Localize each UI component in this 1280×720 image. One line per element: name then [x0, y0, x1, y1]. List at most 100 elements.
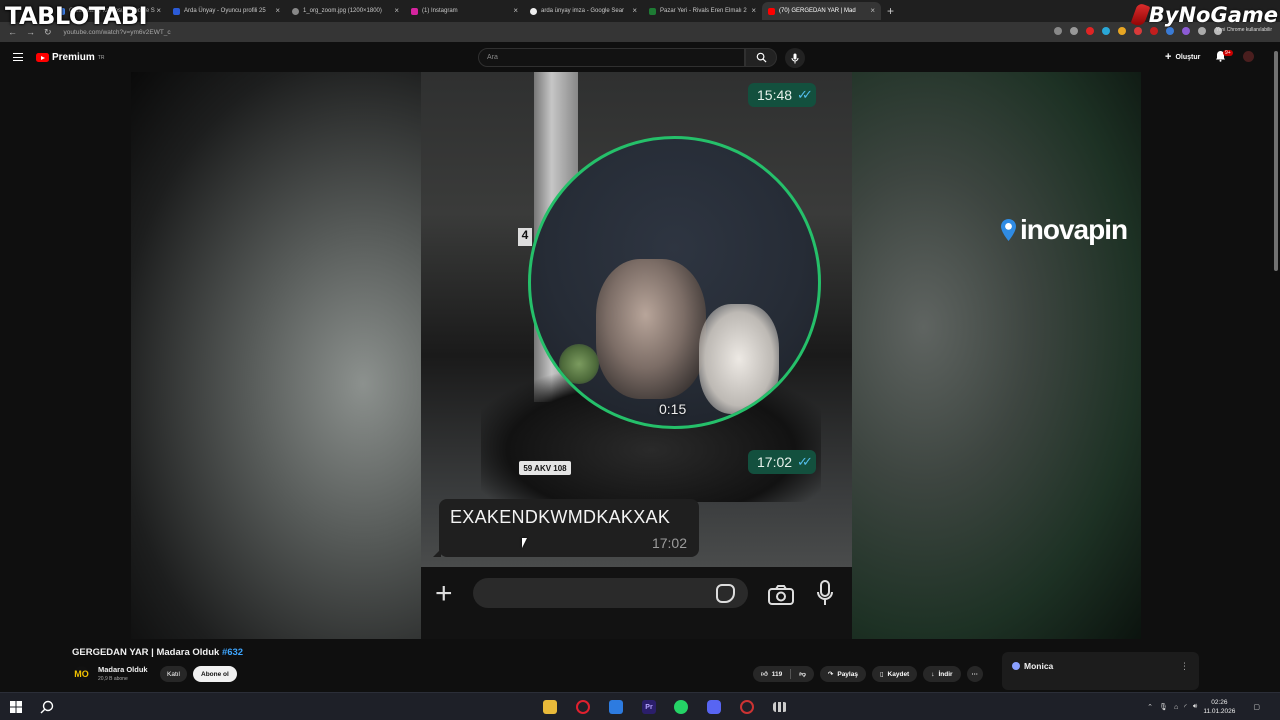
create-label: Oluştur [1175, 53, 1201, 61]
close-tab-icon[interactable]: × [632, 6, 637, 15]
notification-center-icon[interactable]: ▢ [1253, 703, 1260, 711]
license-plate: 59 AKV 108 [519, 461, 571, 475]
download-label: İndir [938, 670, 953, 678]
region-label: TR [97, 54, 105, 61]
video-title: GERGEDAN YAR | Madara Olduk #632 [72, 647, 243, 658]
close-tab-icon[interactable]: × [156, 6, 161, 15]
share-icon: ↷ [827, 671, 834, 678]
monica-panel[interactable]: Monica ⋮ [1002, 652, 1199, 690]
extension-icons [1054, 27, 1222, 35]
scrollbar-thumb[interactable] [1274, 51, 1278, 271]
video-title-text: GERGEDAN YAR | Madara Olduk [72, 647, 220, 658]
extension-icon[interactable] [1182, 27, 1190, 35]
system-tray: ⌃ 🎙︎ ⌂ ◜ 🔊︎ 02:26 11.01.2026 ▢ [1147, 698, 1260, 716]
thumbs-down-icon[interactable]: 👎︎ [799, 670, 806, 678]
pillar-number: 4 [518, 228, 532, 246]
close-tab-icon[interactable]: × [275, 6, 280, 15]
video-note-duration: 0:15 [659, 401, 687, 417]
tab-5[interactable]: arda ünyay imza - Google Sear × [524, 2, 643, 20]
tab-7-active[interactable]: (70) GERGEDAN YAR | Mad × [762, 2, 881, 20]
kebab-menu-icon[interactable]: ⋮ [1180, 661, 1189, 672]
tab-2[interactable]: Arda Ünyay - Oyuncu profili 25 × [167, 2, 286, 20]
search-icon[interactable] [40, 700, 54, 714]
tab-3[interactable]: 1_org_zoom.jpg (1200×1800) × [286, 2, 405, 20]
save-label: Kaydet [887, 670, 910, 678]
puzzle-icon[interactable] [1198, 27, 1206, 35]
extension-icon[interactable] [1134, 27, 1142, 35]
join-button[interactable]: Katıl [160, 666, 188, 682]
chevron-up-icon[interactable]: ⌃ [1147, 703, 1153, 711]
new-tab-button[interactable]: + [887, 4, 894, 18]
bookmark-icon[interactable] [1070, 27, 1078, 35]
close-tab-icon[interactable]: × [751, 6, 756, 15]
chat-time-bubble-mid: 17:02 ✓✓ [748, 450, 816, 474]
save-button[interactable]: ▯ Kaydet [871, 666, 918, 682]
channel-name[interactable]: Madara Olduk [98, 665, 148, 674]
create-button[interactable]: + Oluştur [1157, 49, 1208, 65]
outlook-icon[interactable] [609, 700, 623, 714]
share-button[interactable]: ↷ Paylaş [819, 666, 866, 682]
extension-icon[interactable] [1150, 27, 1158, 35]
app-icon[interactable] [740, 700, 754, 714]
channel-avatar[interactable]: MO [74, 666, 89, 681]
tab-title: 1_org_zoom.jpg (1200×1800) [303, 8, 382, 14]
youtube-logo[interactable]: Premium TR [36, 52, 104, 63]
monica-header: Monica [1012, 661, 1053, 671]
windows-start-icon[interactable] [10, 701, 22, 713]
extension-icon[interactable] [1166, 27, 1174, 35]
voice-search-button[interactable] [785, 48, 805, 68]
wifi-icon[interactable]: ◜ [1184, 703, 1187, 711]
sponsor-logo: inovapin [1000, 214, 1128, 246]
close-tab-icon[interactable]: × [870, 6, 875, 15]
page-scrollbar[interactable] [1272, 43, 1280, 691]
screen: { "watermarks": {"left": "TABLOTABI", "r… [0, 0, 1280, 720]
whatsapp-icon[interactable] [674, 700, 688, 714]
subscriber-count: 20,9 B abone [98, 676, 128, 682]
network-icon[interactable]: ⌂ [1174, 704, 1178, 711]
opera-icon[interactable] [576, 700, 590, 714]
double-check-icon: ✓✓ [797, 454, 813, 469]
extension-icon[interactable] [1086, 27, 1094, 35]
clock[interactable]: 02:26 11.01.2026 [1203, 698, 1235, 716]
extension-icon[interactable] [1102, 27, 1110, 35]
plant-object [559, 344, 599, 384]
volume-icon[interactable]: 🔊︎ [1193, 703, 1197, 711]
close-tab-icon[interactable]: × [513, 6, 518, 15]
video-player[interactable]: inovapin 4 59 AKV 108 15:48 ✓✓ 0:15 17:02… [131, 72, 1141, 639]
address-bar-row: ← → ↻ youtube.com/watch?v=ym6v2EWT_c Yen… [0, 22, 1280, 42]
watermark-bynogame: ByNoGame [1130, 2, 1278, 28]
site-icon [649, 7, 656, 15]
camera-icon [768, 585, 794, 605]
subscribe-button[interactable]: Abone ol [193, 666, 237, 682]
youtube-play-icon [36, 53, 49, 62]
thumbs-up-icon[interactable]: 👍︎ [761, 670, 768, 678]
voice-record-icon [817, 580, 833, 605]
microphone-icon[interactable]: 🎙︎ [1159, 703, 1168, 711]
extension-icon[interactable] [1118, 27, 1126, 35]
watermark-bynogame-text: ByNoGame [1148, 3, 1278, 27]
tab-title: (1) Instagram [422, 8, 458, 14]
taskbar: Pr ⌃ 🎙︎ ⌂ ◜ 🔊︎ 02:26 11.01.2026 ▢ [0, 692, 1280, 720]
app-grid-icon[interactable] [773, 702, 787, 712]
premiere-icon[interactable]: Pr [642, 700, 656, 714]
avatar[interactable] [1243, 51, 1254, 62]
tab-strip: Galatasaray kadrosu - Google S × Arda Üny… [0, 0, 1280, 22]
site-icon [173, 7, 180, 15]
globe-icon [292, 7, 299, 15]
search-button[interactable] [745, 48, 777, 67]
chat-message-text: EXAKENDKWMDKAKXAK [450, 507, 671, 527]
menu-icon[interactable] [13, 53, 23, 61]
tab-6[interactable]: Pazar Yeri - Rivals Eren Elmalı 2 × [643, 2, 762, 20]
file-explorer-icon[interactable] [543, 700, 557, 714]
search-input[interactable]: Ara [478, 48, 745, 67]
download-button[interactable]: ↓ İndir [923, 666, 961, 682]
like-count[interactable]: 119 [772, 671, 783, 678]
video-frame: 4 59 AKV 108 15:48 ✓✓ 0:15 17:02 ✓✓ EXAKEN… [421, 72, 852, 639]
video-tag-link[interactable]: #632 [222, 647, 243, 658]
tab-4[interactable]: (1) Instagram × [405, 2, 524, 20]
discord-icon[interactable] [707, 700, 721, 714]
cast-icon[interactable] [1054, 27, 1062, 35]
close-tab-icon[interactable]: × [394, 6, 399, 15]
clock-time: 02:26 [1211, 699, 1228, 706]
more-actions-button[interactable]: ··· [966, 666, 984, 682]
